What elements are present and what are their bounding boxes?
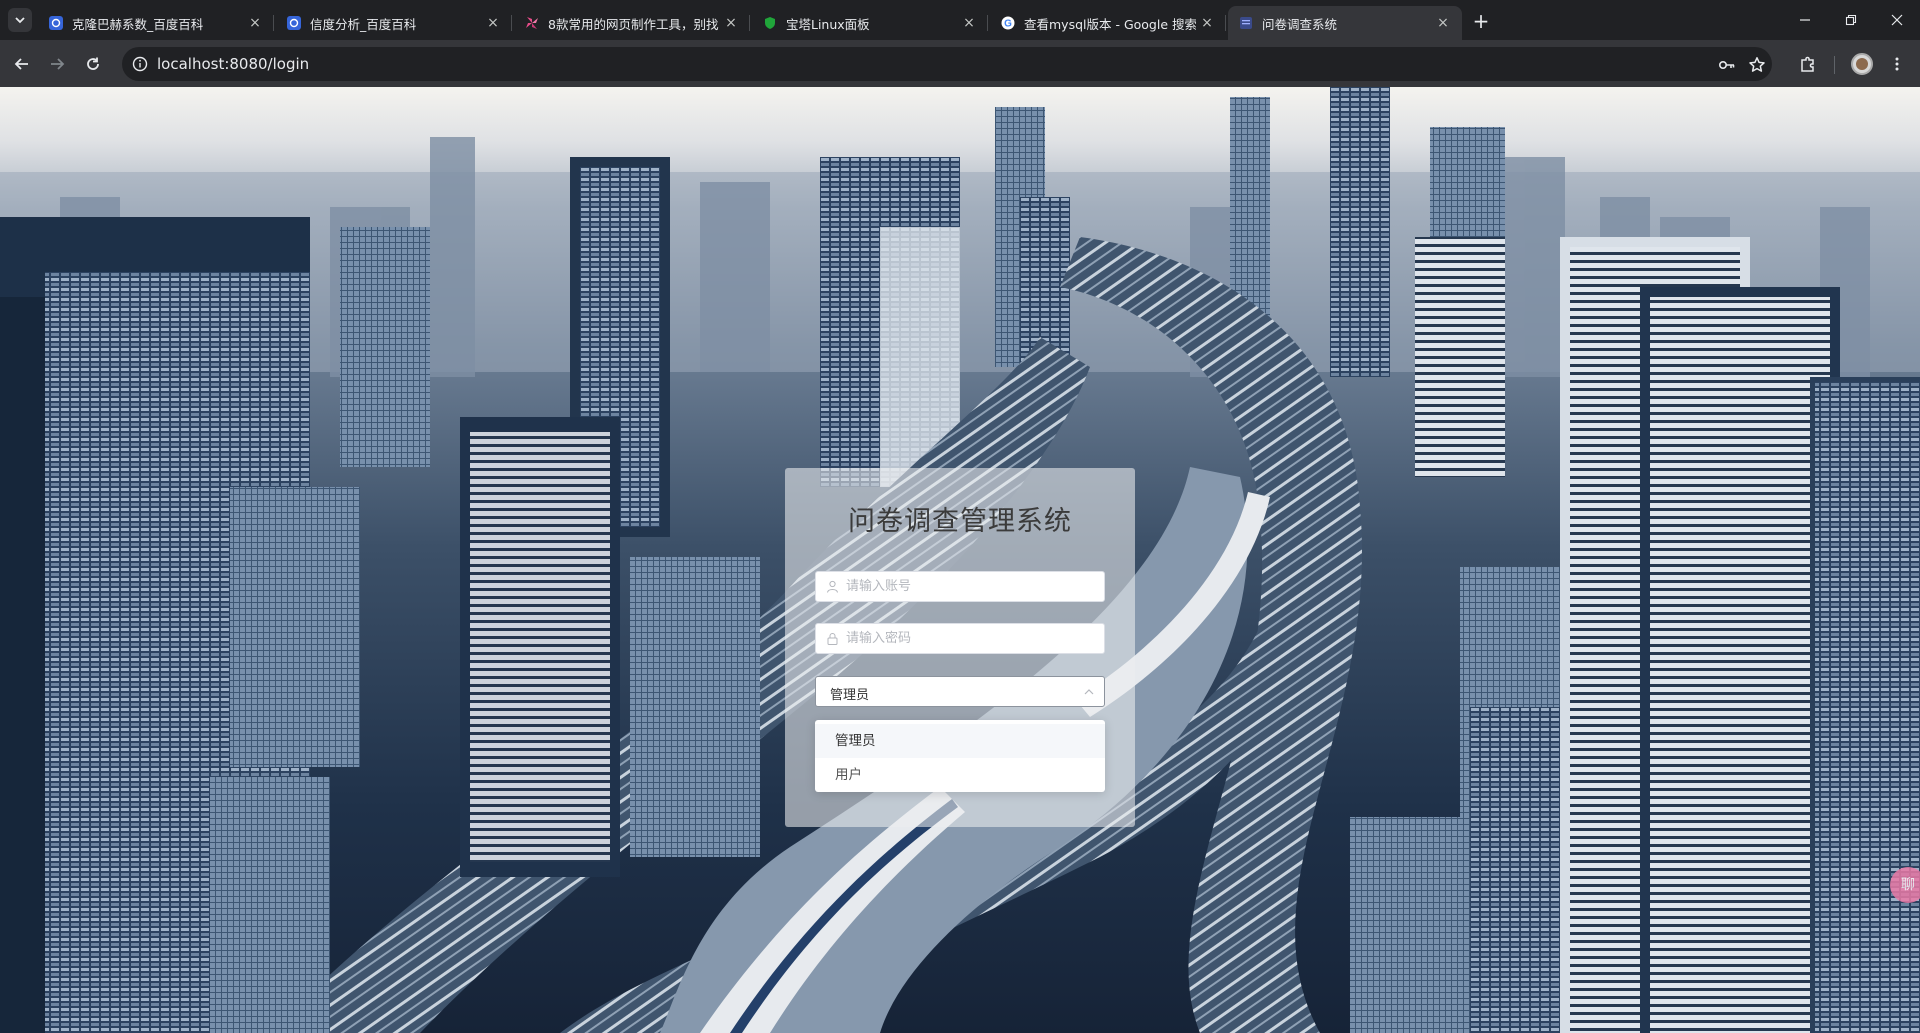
close-icon[interactable]: × xyxy=(1196,12,1218,34)
extensions-button[interactable] xyxy=(1794,50,1822,78)
chevron-up-icon xyxy=(1084,689,1094,695)
tab-title: 8款常用的网页制作工具，别找 xyxy=(548,16,719,32)
puzzle-icon xyxy=(1801,56,1814,72)
info-icon[interactable] xyxy=(130,54,150,74)
tab-strip: 克隆巴赫系数_百度百科 × 信度分析_百度百科 × 8款常用的网页制作工具，别找… xyxy=(0,0,1920,40)
tab-title: 查看mysql版本 - Google 搜索 xyxy=(1024,16,1196,32)
reload-icon xyxy=(87,57,99,70)
google-icon: G xyxy=(1000,15,1016,31)
svg-text:G: G xyxy=(1004,19,1012,30)
tab-5-active[interactable]: 问卷调查系统 × xyxy=(1228,6,1462,40)
role-select-value: 管理员 xyxy=(830,688,870,703)
tab-1[interactable]: 信度分析_百度百科 × xyxy=(276,6,512,40)
baidu-baike-icon xyxy=(286,15,302,31)
lock-icon xyxy=(827,633,838,645)
role-option-admin[interactable]: 管理员 xyxy=(815,724,1105,758)
close-icon[interactable]: × xyxy=(1432,12,1454,34)
role-select[interactable]: 管理员 xyxy=(815,676,1105,707)
avatar xyxy=(1851,53,1873,75)
tab-3[interactable]: 宝塔Linux面板 × xyxy=(752,6,988,40)
tab-title: 信度分析_百度百科 xyxy=(310,16,417,32)
page-icon xyxy=(1238,15,1254,31)
close-icon xyxy=(1891,14,1903,26)
close-icon[interactable]: × xyxy=(482,12,504,34)
arrow-left-icon xyxy=(14,58,28,70)
minimize-icon xyxy=(1800,19,1810,21)
username-input[interactable] xyxy=(846,572,1096,601)
role-option-user[interactable]: 用户 xyxy=(815,758,1105,792)
close-window-button[interactable] xyxy=(1874,0,1920,40)
close-icon[interactable]: × xyxy=(720,12,742,34)
tab-title: 宝塔Linux面板 xyxy=(786,16,870,32)
password-field[interactable] xyxy=(815,623,1105,654)
close-icon[interactable]: × xyxy=(958,12,980,34)
chat-widget-button[interactable]: 聊 xyxy=(1890,867,1920,903)
tab-title: 问卷调查系统 xyxy=(1262,16,1338,32)
url-text[interactable]: localhost:8080/login xyxy=(157,55,309,73)
tab-4[interactable]: G 查看mysql版本 - Google 搜索 × xyxy=(990,6,1226,40)
address-bar[interactable]: localhost:8080/login xyxy=(122,47,1772,81)
password-input[interactable] xyxy=(846,624,1096,653)
back-button[interactable] xyxy=(8,50,36,78)
tab-2[interactable]: 8款常用的网页制作工具，别找 × xyxy=(514,6,750,40)
reload-button[interactable] xyxy=(79,50,107,78)
profile-button[interactable] xyxy=(1848,50,1876,78)
user-icon xyxy=(827,580,838,593)
menu-button[interactable] xyxy=(1883,50,1911,78)
login-card: 问卷调查管理系统 管理员 管理员 用户 xyxy=(785,468,1135,827)
page-title: 问卷调查管理系统 xyxy=(848,506,1072,537)
bt-panel-icon xyxy=(762,15,778,31)
baidu-baike-icon xyxy=(48,15,64,31)
username-field[interactable] xyxy=(815,571,1105,602)
new-tab-button[interactable]: + xyxy=(1469,9,1493,33)
tab-title: 克隆巴赫系数_百度百科 xyxy=(72,16,204,32)
page-viewport: 问卷调查管理系统 管理员 管理员 用户 聊 xyxy=(0,87,1920,1033)
chevron-down-icon xyxy=(15,17,25,24)
restore-button[interactable] xyxy=(1828,0,1874,40)
more-vertical-icon xyxy=(1895,57,1899,71)
browser-toolbar: localhost:8080/login xyxy=(0,40,1920,87)
arrow-right-icon xyxy=(51,58,65,70)
role-dropdown: 管理员 用户 xyxy=(815,720,1105,792)
key-icon[interactable] xyxy=(1716,54,1738,76)
tab-search-button[interactable] xyxy=(8,8,32,32)
pinwheel-icon xyxy=(524,15,540,31)
restore-icon xyxy=(1845,14,1857,26)
star-icon[interactable] xyxy=(1746,54,1768,76)
minimize-button[interactable] xyxy=(1782,0,1828,40)
tab-0[interactable]: 克隆巴赫系数_百度百科 × xyxy=(38,6,274,40)
close-icon[interactable]: × xyxy=(244,12,266,34)
forward-button[interactable] xyxy=(43,50,71,78)
